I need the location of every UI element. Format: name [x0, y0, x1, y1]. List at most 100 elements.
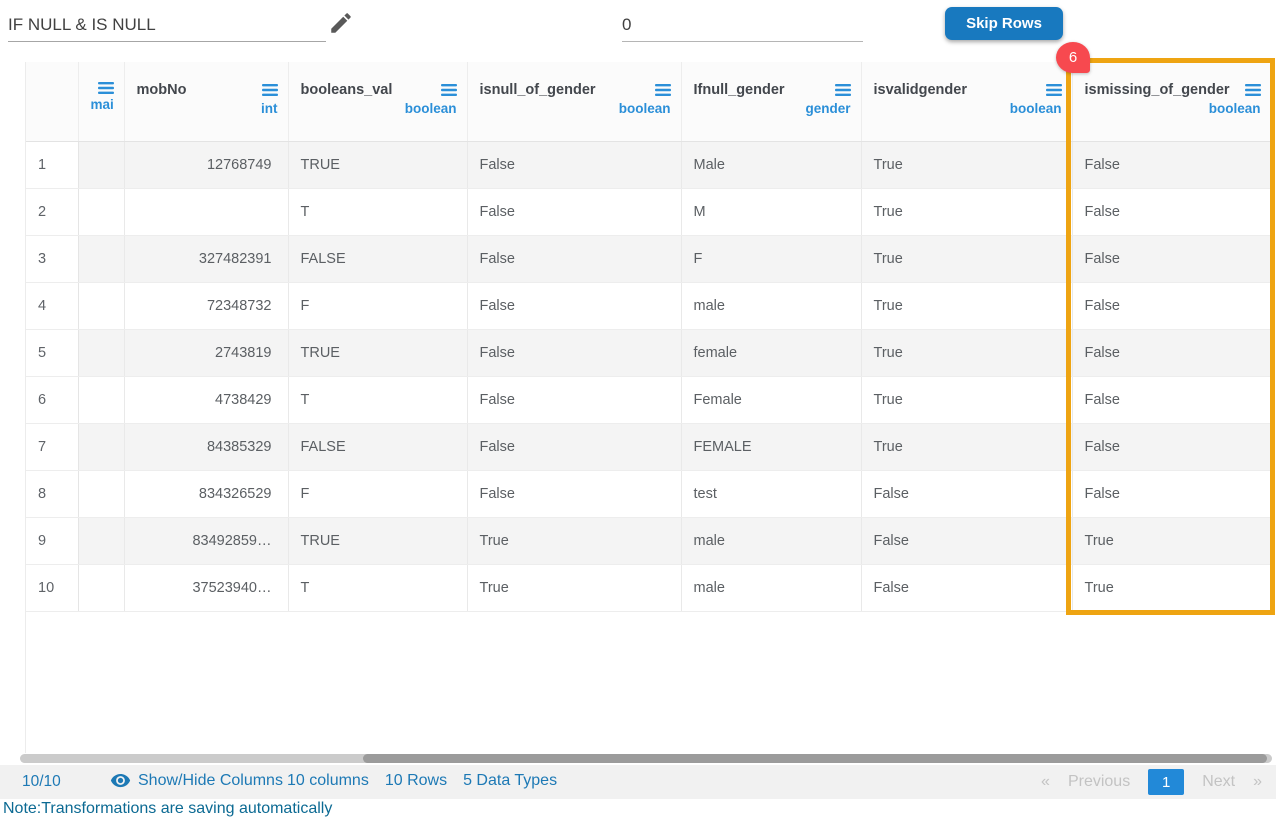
table-cell: Female: [681, 376, 861, 423]
table-cell: True: [1072, 564, 1271, 611]
pagination: « Previous 1 Next »: [1041, 769, 1262, 795]
column-name: mobNo: [137, 82, 187, 98]
horizontal-scrollbar-track[interactable]: [20, 754, 1272, 763]
table-cell: FEMALE: [681, 423, 861, 470]
columns-count-label: 10 columns: [287, 772, 369, 790]
skip-rows-input[interactable]: [622, 8, 863, 42]
table-cell: [78, 564, 124, 611]
table-cell: False: [467, 423, 681, 470]
column-header-mobNo[interactable]: mobNo int: [124, 62, 288, 141]
table-cell: 12768749: [124, 141, 288, 188]
table-cell: [78, 376, 124, 423]
table-cell: True: [861, 188, 1072, 235]
column-header-Ifnull_gender[interactable]: Ifnull_gendergender: [681, 62, 861, 141]
column-header-booleans_val[interactable]: booleans_valboolean: [288, 62, 467, 141]
table-cell: [78, 282, 124, 329]
table-row: 1037523940…TTruemaleFalseTrue: [26, 564, 1271, 611]
data-table: mailmobNointbooleans_valbooleanisnull_of…: [26, 62, 1272, 612]
show-hide-columns-button[interactable]: Show/Hide Columns: [110, 770, 283, 791]
column-menu-icon[interactable]: [655, 84, 671, 96]
row-number-cell: 2: [26, 188, 78, 235]
table-row: 8834326529FFalsetestFalseFalse: [26, 470, 1271, 517]
rows-count-label: 10 Rows: [385, 772, 447, 790]
pagination-next-button[interactable]: Next: [1202, 773, 1235, 791]
table-cell: 327482391: [124, 235, 288, 282]
column-header-isnull_of_gender[interactable]: isnull_of_genderboolean: [467, 62, 681, 141]
table-cell: TRUE: [288, 329, 467, 376]
pagination-current-page[interactable]: 1: [1148, 769, 1184, 795]
table-cell: 72348732: [124, 282, 288, 329]
table-row: 983492859…TRUETruemaleFalseTrue: [26, 517, 1271, 564]
table-cell: True: [861, 282, 1072, 329]
table-cell: 83492859…: [124, 517, 288, 564]
table-row: 784385329FALSEFalseFEMALETrueFalse: [26, 423, 1271, 470]
column-type-label: int: [137, 101, 278, 116]
table-cell: F: [288, 470, 467, 517]
column-name: ismissing_of_gender: [1085, 82, 1230, 98]
table-cell: 84385329: [124, 423, 288, 470]
table-cell: True: [861, 235, 1072, 282]
table-cell: 37523940…: [124, 564, 288, 611]
edit-pencil-icon[interactable]: [328, 10, 354, 36]
column-menu-icon[interactable]: [262, 84, 278, 96]
table-cell: 2743819: [124, 329, 288, 376]
column-type-label: mail: [91, 97, 114, 112]
table-cell: [78, 470, 124, 517]
table-cell: [78, 188, 124, 235]
table-cell: F: [681, 235, 861, 282]
column-type-label: boolean: [301, 101, 457, 116]
table-cell: TRUE: [288, 517, 467, 564]
table-cell: FALSE: [288, 235, 467, 282]
column-name: isnull_of_gender: [480, 82, 596, 98]
column-header-isvalidgender[interactable]: isvalidgenderboolean: [861, 62, 1072, 141]
table-cell: T: [288, 564, 467, 611]
column-type-label: boolean: [480, 101, 671, 116]
table-cell: False: [467, 470, 681, 517]
column-menu-icon[interactable]: [835, 84, 851, 96]
skip-rows-button[interactable]: Skip Rows: [945, 7, 1063, 40]
data-types-count-label: 5 Data Types: [463, 772, 557, 790]
table-cell: False: [861, 517, 1072, 564]
row-number-cell: 10: [26, 564, 78, 611]
table-cell: test: [681, 470, 861, 517]
column-menu-icon[interactable]: [1245, 84, 1261, 96]
horizontal-scrollbar-thumb[interactable]: [363, 754, 1267, 763]
table-cell: False: [861, 470, 1072, 517]
column-menu-icon[interactable]: [441, 84, 457, 96]
transformation-name-input[interactable]: [8, 8, 326, 42]
table-cell: male: [681, 517, 861, 564]
table-cell: False: [1072, 235, 1271, 282]
column-type-label: boolean: [874, 101, 1062, 116]
table-cell: [78, 423, 124, 470]
column-name: booleans_val: [301, 82, 393, 98]
table-row: 3327482391FALSEFalseFTrueFalse: [26, 235, 1271, 282]
column-header-mail[interactable]: mail: [78, 62, 124, 141]
table-cell: [78, 235, 124, 282]
table-cell: T: [288, 376, 467, 423]
row-number-cell: 4: [26, 282, 78, 329]
autosave-note: Note:Transformations are saving automati…: [3, 800, 332, 818]
row-number-cell: 1: [26, 141, 78, 188]
column-type-label: boolean: [1085, 101, 1261, 116]
pagination-previous-button[interactable]: Previous: [1068, 773, 1130, 791]
show-hide-columns-label: Show/Hide Columns: [138, 772, 283, 790]
table-cell: male: [681, 564, 861, 611]
grid-empty-area: [26, 612, 1270, 753]
table-cell: [78, 329, 124, 376]
column-menu-icon[interactable]: [98, 82, 114, 94]
table-cell: False: [1072, 188, 1271, 235]
row-number-cell: 3: [26, 235, 78, 282]
table-cell: M: [681, 188, 861, 235]
table-row: 64738429TFalseFemaleTrueFalse: [26, 376, 1271, 423]
pagination-first-icon[interactable]: «: [1041, 773, 1050, 791]
column-type-label: gender: [694, 101, 851, 116]
table-row: 112768749TRUEFalseMaleTrueFalse: [26, 141, 1271, 188]
row-number-cell: 5: [26, 329, 78, 376]
column-header-ismissing_of_gender[interactable]: ismissing_of_genderboolean: [1072, 62, 1271, 141]
column-menu-icon[interactable]: [1046, 84, 1062, 96]
column-name: Ifnull_gender: [694, 82, 785, 98]
table-cell: False: [1072, 329, 1271, 376]
pagination-last-icon[interactable]: »: [1253, 773, 1262, 791]
table-cell: [78, 141, 124, 188]
table-cell: False: [1072, 282, 1271, 329]
